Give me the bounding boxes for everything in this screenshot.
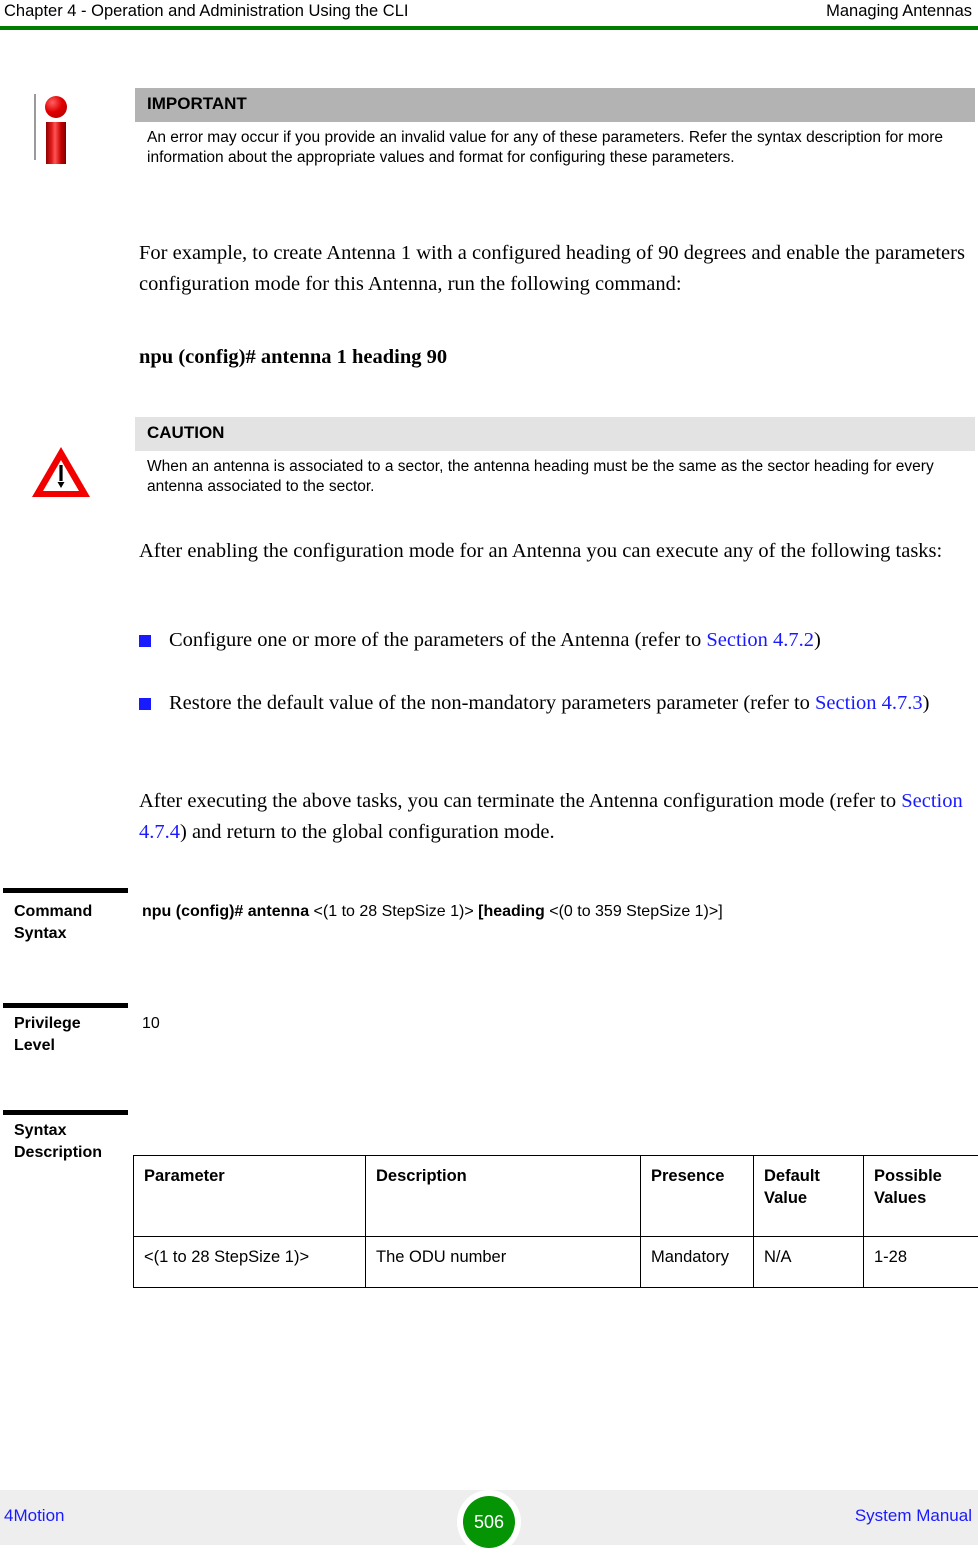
info-icon-dot — [45, 96, 67, 118]
list-item: Configure one or more of the parameters … — [139, 625, 977, 656]
caution-triangle-icon — [30, 445, 92, 501]
footer-page-number: 506 — [463, 1496, 515, 1548]
list-item-text-suffix: ) — [814, 629, 821, 651]
important-body-text: An error may occur if you provide an inv… — [135, 122, 975, 168]
page-header: Chapter 4 - Operation and Administration… — [0, 0, 978, 28]
privilege-level-label-line1: Privilege — [14, 1013, 134, 1035]
table-header-parameter: Parameter — [134, 1156, 366, 1237]
bullet-square-icon — [139, 698, 151, 710]
caution-admonition: CAUTION When an antenna is associated to… — [135, 417, 975, 497]
command-syntax-label-line2: Syntax — [14, 923, 134, 945]
footer-manual-name[interactable]: System Manual — [855, 1504, 972, 1528]
privilege-level-label-line2: Level — [14, 1035, 134, 1057]
table-cell-possible-values: 1-28 — [864, 1237, 978, 1288]
table-cell-default-value: N/A — [754, 1237, 864, 1288]
command-syntax-divider — [3, 888, 128, 893]
info-icon — [32, 88, 78, 166]
list-item-text-prefix: Configure one or more of the parameters … — [169, 629, 706, 651]
table-header-row: Parameter Description Presence Default V… — [134, 1156, 978, 1237]
table-header-description: Description — [366, 1156, 641, 1237]
tasks-intro-paragraph: After enabling the configuration mode fo… — [139, 536, 974, 567]
header-chapter-title: Chapter 4 - Operation and Administration… — [4, 0, 408, 22]
link-section-4-7-3[interactable]: Section 4.7.3 — [815, 692, 923, 714]
closing-paragraph-suffix: ) and return to the global configuration… — [180, 821, 555, 843]
table-header-default-value: Default Value — [754, 1156, 864, 1237]
syntax-description-label-line1: Syntax — [14, 1120, 134, 1142]
example-command-line: npu (config)# antenna 1 heading 90 — [139, 343, 974, 371]
privilege-level-label: Privilege Level — [14, 1013, 134, 1057]
bullet-square-icon — [139, 635, 151, 647]
syntax-description-divider — [3, 1110, 128, 1115]
header-section-title: Managing Antennas — [826, 0, 972, 22]
closing-paragraph: After executing the above tasks, you can… — [139, 786, 974, 848]
command-syntax-label: Command Syntax — [14, 901, 134, 945]
table-cell-parameter: <(1 to 28 StepSize 1)> — [134, 1237, 366, 1288]
command-syntax-bold-2: [heading — [478, 903, 545, 920]
command-syntax-plain-2: <(0 to 359 StepSize 1)>] — [545, 903, 723, 920]
table-row: <(1 to 28 StepSize 1)> The ODU number Ma… — [134, 1237, 978, 1288]
table-cell-presence: Mandatory — [641, 1237, 754, 1288]
list-item: Restore the default value of the non-man… — [139, 688, 977, 719]
caution-body-text: When an antenna is associated to a secto… — [135, 451, 975, 497]
footer-page-badge: 506 — [457, 1490, 521, 1554]
important-admonition: IMPORTANT An error may occur if you prov… — [135, 88, 975, 168]
table-header-presence: Presence — [641, 1156, 754, 1237]
table-header-possible-values: Possible Values — [864, 1156, 978, 1237]
list-item-text: Configure one or more of the parameters … — [169, 625, 821, 656]
info-icon-stem — [46, 122, 66, 164]
syntax-description-label: Syntax Description — [14, 1120, 134, 1164]
list-item-text-prefix: Restore the default value of the non-man… — [169, 692, 815, 714]
syntax-description-table: Parameter Description Presence Default V… — [133, 1155, 978, 1288]
syntax-description-label-line2: Description — [14, 1142, 134, 1164]
important-title: IMPORTANT — [135, 88, 975, 122]
privilege-level-value: 10 — [142, 1013, 160, 1035]
closing-paragraph-prefix: After executing the above tasks, you can… — [139, 790, 901, 812]
command-syntax-label-line1: Command — [14, 901, 134, 923]
example-paragraph: For example, to create Antenna 1 with a … — [139, 238, 974, 300]
privilege-level-divider — [3, 1003, 128, 1008]
caution-title: CAUTION — [135, 417, 975, 451]
command-syntax-plain-1: <(1 to 28 StepSize 1)> — [309, 903, 478, 920]
list-item-text: Restore the default value of the non-man… — [169, 688, 929, 719]
command-syntax-bold-1: npu (config)# antenna — [142, 903, 309, 920]
table-cell-description: The ODU number — [366, 1237, 641, 1288]
header-divider-rule — [0, 26, 978, 30]
link-section-4-7-2[interactable]: Section 4.7.2 — [706, 629, 814, 651]
command-syntax-value: npu (config)# antenna <(1 to 28 StepSize… — [142, 901, 972, 923]
info-icon-rule — [34, 94, 36, 160]
footer-product-name[interactable]: 4Motion — [4, 1504, 64, 1528]
list-item-text-suffix: ) — [923, 692, 930, 714]
